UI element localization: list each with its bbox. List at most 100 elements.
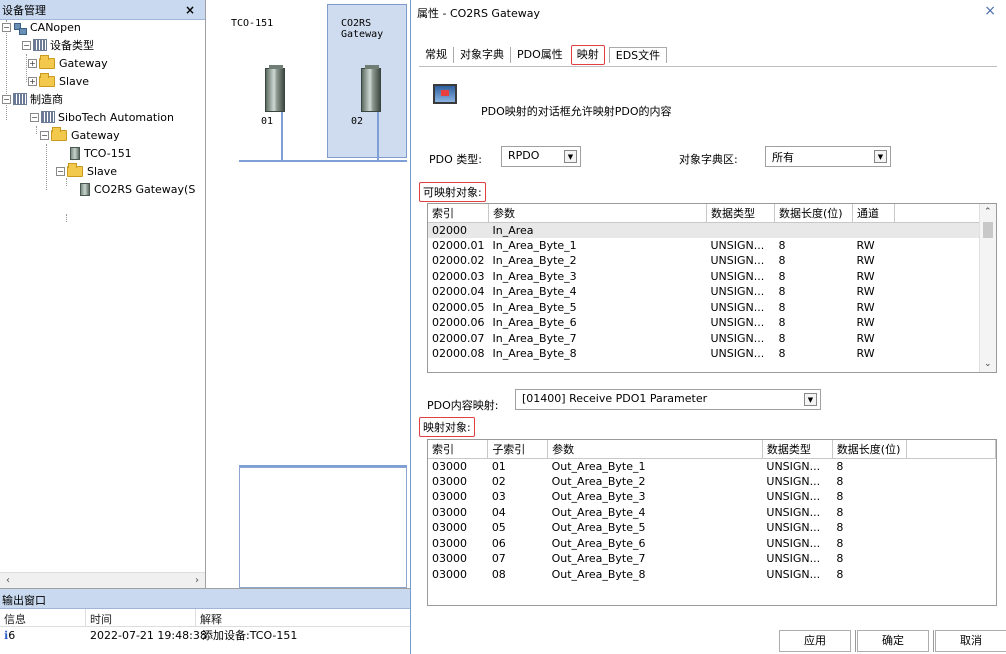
cell-type: UNSIGN... xyxy=(766,521,821,535)
table-row[interactable]: 02000.02 In_Area_Byte_2 UNSIGN... 8 RW xyxy=(428,253,985,269)
table-row[interactable]: 02000.05 In_Area_Byte_5 UNSIGN... 8 RW xyxy=(428,300,985,316)
collapse-icon[interactable]: − xyxy=(30,112,39,122)
column-header[interactable]: 数据类型 xyxy=(762,440,833,459)
canvas-empty-area[interactable] xyxy=(239,467,407,588)
table-row[interactable]: 02000.08 In_Area_Byte_8 UNSIGN... 8 RW xyxy=(428,346,985,362)
dropdown-arrow-icon[interactable]: ▼ xyxy=(564,150,577,163)
table-row[interactable]: 02000.01 In_Area_Byte_1 UNSIGN... 8 RW xyxy=(428,238,985,254)
output-row[interactable]: ℹ6 2022-07-21 19:48:38 添加设备:TCO-151 xyxy=(0,627,410,643)
apply-button[interactable]: 应用 xyxy=(779,630,851,652)
collapse-icon[interactable]: − xyxy=(2,94,11,104)
plc-device-icon[interactable] xyxy=(265,65,285,112)
cell-index: 02000.01 xyxy=(432,238,485,252)
collapse-icon[interactable]: − xyxy=(56,166,65,176)
tree-node-vendor-gateway[interactable]: − Gateway xyxy=(40,126,120,144)
column-header[interactable]: 子索引 xyxy=(487,440,549,459)
column-header[interactable]: 参数 xyxy=(488,204,707,223)
table-row[interactable]: 02000.07 In_Area_Byte_7 UNSIGN... 8 RW xyxy=(428,331,985,347)
scroll-thumb[interactable] xyxy=(983,222,993,238)
column-header[interactable]: 索引 xyxy=(428,204,489,223)
cell-param: Out_Area_Byte_2 xyxy=(551,474,646,488)
table-row[interactable]: 02000.04 In_Area_Byte_4 UNSIGN... 8 RW xyxy=(428,284,985,300)
tree-node-tco151[interactable]: TCO-151 xyxy=(70,144,132,162)
pdo-type-label: PDO 类型: xyxy=(429,153,482,166)
tree-node-device-types[interactable]: − 设备类型 xyxy=(22,36,94,54)
cell-type: UNSIGN... xyxy=(710,254,765,268)
tab-object-dictionary[interactable]: 对象字典 xyxy=(454,47,511,63)
close-icon[interactable]: × xyxy=(185,3,195,17)
cell-length: 8 xyxy=(836,567,844,581)
tab-general[interactable]: 常规 xyxy=(419,47,454,63)
table-row[interactable]: 02000.03 In_Area_Byte_3 UNSIGN... 8 RW xyxy=(428,269,985,285)
pdo-content-select[interactable]: [01400] Receive PDO1 Parameter ▼ xyxy=(515,389,821,410)
table-row[interactable]: 03000 06 Out_Area_Byte_6 UNSIGN... 8 xyxy=(428,536,996,552)
column-header[interactable]: 信息 xyxy=(0,609,86,626)
table-row[interactable]: 02000.06 In_Area_Byte_6 UNSIGN... 8 RW xyxy=(428,315,985,331)
folder-open-icon xyxy=(67,162,83,177)
column-header[interactable]: 数据长度(位) xyxy=(832,440,907,459)
column-header[interactable]: 数据长度(位) xyxy=(774,204,853,223)
tree-node-sibotech[interactable]: − SiboTech Automation xyxy=(30,108,174,126)
topology-canvas[interactable]: TCO-151 CO2RS Gateway 01 02 xyxy=(207,0,407,588)
tab-co2rs-gateway[interactable]: CO2RS Gateway xyxy=(333,4,407,58)
table-header-row: 索引 参数 数据类型 数据长度(位) 通道 xyxy=(428,204,985,223)
cell-index: 02000.05 xyxy=(432,300,485,314)
table-row[interactable]: 03000 04 Out_Area_Byte_4 UNSIGN... 8 xyxy=(428,505,996,521)
cancel-button[interactable]: 取消 xyxy=(935,630,1006,652)
collapse-icon[interactable]: − xyxy=(22,40,31,50)
dropdown-arrow-icon[interactable]: ▼ xyxy=(874,150,887,163)
column-header[interactable]: 时间 xyxy=(86,609,196,626)
column-header[interactable]: 通道 xyxy=(852,204,895,223)
tree-node-gateway-type[interactable]: + Gateway xyxy=(28,54,108,72)
tree-node-label: Slave xyxy=(59,74,90,88)
tab-divider xyxy=(419,66,997,67)
table-row[interactable]: 03000 05 Out_Area_Byte_5 UNSIGN... 8 xyxy=(428,520,996,536)
plc-device-icon[interactable] xyxy=(361,65,381,112)
table-row[interactable]: 03000 08 Out_Area_Byte_8 UNSIGN... 8 xyxy=(428,567,996,583)
tab-pdo-properties[interactable]: PDO属性 xyxy=(511,47,569,63)
expand-icon[interactable]: + xyxy=(28,76,37,86)
tree-node-canopen[interactable]: − CANopen xyxy=(2,18,81,36)
column-header[interactable]: 参数 xyxy=(547,440,763,459)
table-row[interactable]: 03000 03 Out_Area_Byte_3 UNSIGN... 8 xyxy=(428,489,996,505)
tree-node-vendor-slave[interactable]: − Slave xyxy=(56,162,117,180)
column-header[interactable]: 索引 xyxy=(428,440,489,459)
table-row[interactable]: 03000 01 Out_Area_Byte_1 UNSIGN... 8 xyxy=(428,458,996,474)
cell-type: UNSIGN... xyxy=(766,490,821,504)
tab-tco151[interactable]: TCO-151 xyxy=(223,4,281,58)
tab-eds-file[interactable]: EDS文件 xyxy=(608,47,668,63)
scroll-left-icon[interactable]: ‹ xyxy=(6,575,10,586)
column-header[interactable]: 数据类型 xyxy=(706,204,775,223)
column-header-blank xyxy=(906,440,996,459)
pdo-type-select[interactable]: RPDO ▼ xyxy=(501,146,581,167)
vertical-scrollbar[interactable]: ⌃ ⌄ xyxy=(979,204,996,372)
tree-node-co2rs[interactable]: CO2RS Gateway(S xyxy=(80,180,195,198)
tab-mapping[interactable]: 映射 xyxy=(570,45,605,65)
cell-access: RW xyxy=(856,331,875,345)
dict-area-select[interactable]: 所有 ▼ xyxy=(765,146,891,167)
expand-icon[interactable]: + xyxy=(28,58,37,68)
collapse-icon[interactable]: − xyxy=(2,22,11,32)
cell-length: 8 xyxy=(778,316,786,330)
tree-node-vendors[interactable]: − 制造商 xyxy=(2,90,63,108)
mappable-objects-table[interactable]: 索引 参数 数据类型 数据长度(位) 通道 02000 In_Area 02000… xyxy=(427,203,997,373)
horizontal-scrollbar[interactable]: ‹ › xyxy=(0,572,205,588)
ok-button[interactable]: 确定 xyxy=(857,630,929,652)
column-header[interactable]: 解释 xyxy=(196,609,410,626)
table-row[interactable]: 03000 02 Out_Area_Byte_2 UNSIGN... 8 xyxy=(428,474,996,490)
mapped-objects-table[interactable]: 索引 子索引 参数 数据类型 数据长度(位) 03000 01 Out_Area_B… xyxy=(427,439,997,606)
cell-type xyxy=(706,222,775,238)
tree-node-slave-type[interactable]: + Slave xyxy=(28,72,89,90)
close-icon[interactable]: × xyxy=(984,4,1000,19)
pdo-type-value: RPDO xyxy=(508,149,540,162)
cell-index: 03000 xyxy=(432,521,467,535)
cell-param: In_Area_Byte_4 xyxy=(492,285,577,299)
collapse-icon[interactable]: − xyxy=(40,130,49,140)
scroll-right-icon[interactable]: › xyxy=(195,575,199,586)
table-row[interactable]: 03000 07 Out_Area_Byte_7 UNSIGN... 8 xyxy=(428,551,996,567)
table-row[interactable]: 02000 In_Area xyxy=(428,222,985,238)
dropdown-arrow-icon[interactable]: ▼ xyxy=(804,393,817,406)
scroll-up-icon[interactable]: ⌃ xyxy=(984,207,992,217)
cell-type: UNSIGN... xyxy=(710,347,765,361)
scroll-down-icon[interactable]: ⌄ xyxy=(984,359,992,369)
